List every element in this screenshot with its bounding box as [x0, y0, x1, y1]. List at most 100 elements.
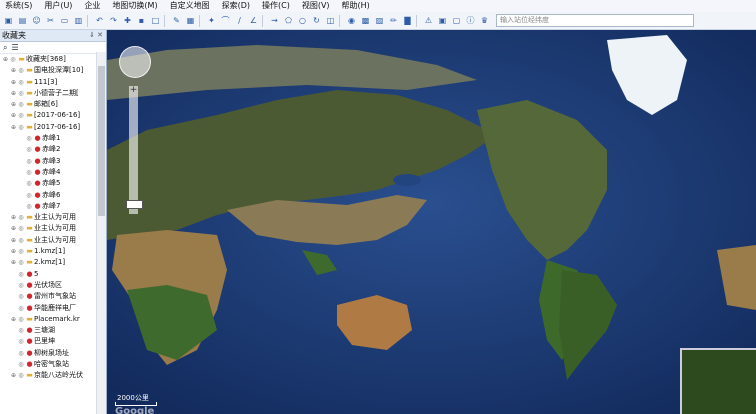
tree-item[interactable]: ⊕ ◎ ▬ 京能八达岭光伏 — [0, 370, 106, 381]
menu-item[interactable]: 探索(D) — [217, 0, 257, 12]
marker-icon[interactable]: ✚ — [122, 15, 133, 26]
tree-item[interactable]: ◎ ● 赤峰2 — [0, 144, 106, 155]
tree-item[interactable]: ⊕ ◎ ▬ 业主认为可用 — [0, 212, 106, 223]
menu-item[interactable]: 系统(S) — [0, 0, 39, 12]
visibility-icon[interactable]: ◎ — [17, 88, 25, 99]
tree-item[interactable]: ◎ ● 柳树泉场址 — [0, 348, 106, 359]
circle-icon[interactable]: ○ — [297, 15, 308, 26]
scrollbar-thumb[interactable] — [98, 66, 105, 216]
expand-icon[interactable]: ⊕ — [10, 110, 17, 121]
tree-item[interactable]: ⊕ ◎ ▬ 业主认为可用 — [0, 223, 106, 234]
undo-icon[interactable]: ↶ — [94, 15, 105, 26]
window-icon[interactable]: ▢ — [451, 15, 462, 26]
visibility-icon[interactable]: ◎ — [17, 212, 25, 223]
visibility-icon[interactable]: ◎ — [25, 156, 33, 167]
expand-icon[interactable]: ⊕ — [2, 54, 9, 65]
visibility-icon[interactable]: ◎ — [25, 167, 33, 178]
visibility-icon[interactable]: ◎ — [25, 144, 33, 155]
tree-item[interactable]: ◎ ● 光伏场区 — [0, 280, 106, 291]
menu-item[interactable]: 用户(U) — [39, 0, 79, 12]
visibility-icon[interactable]: ◎ — [17, 235, 25, 246]
expand-icon[interactable]: ⊕ — [10, 122, 17, 133]
image-icon[interactable]: ▣ — [437, 15, 448, 26]
expand-icon[interactable]: ⊕ — [10, 257, 17, 268]
layers-stack-icon[interactable]: ☰ — [11, 43, 18, 52]
visibility-icon[interactable]: ◎ — [17, 269, 25, 280]
tree-item[interactable]: ◎ ● 赤峰7 — [0, 201, 106, 212]
line-icon[interactable]: ∕ — [234, 15, 245, 26]
tools-icon[interactable]: ✂ — [45, 15, 56, 26]
tree-item[interactable]: ⊕ ◎ ▬ 收藏夹[368] — [0, 54, 98, 65]
visibility-icon[interactable]: ◎ — [17, 359, 25, 370]
search-icon[interactable]: ⌕ — [3, 43, 7, 53]
visibility-icon[interactable]: ◎ — [17, 257, 25, 268]
tree-item[interactable]: ⊕ ◎ ▬ 业主认为可用 — [0, 235, 106, 246]
layers-icon[interactable]: ▦ — [185, 15, 196, 26]
expand-icon[interactable]: ⊕ — [10, 223, 17, 234]
expand-icon[interactable]: ⊕ — [10, 370, 17, 381]
expand-icon[interactable]: ⊕ — [10, 212, 17, 223]
visibility-icon[interactable]: ◎ — [25, 190, 33, 201]
expand-icon[interactable]: ⊕ — [10, 65, 17, 76]
tree-item[interactable]: ⊕ ◎ ▬ [2017-06-16] — [0, 110, 106, 121]
polygon-icon[interactable]: ⬠ — [283, 15, 294, 26]
visibility-icon[interactable]: ◎ — [17, 314, 25, 325]
zoom-slider[interactable] — [129, 86, 138, 214]
panel-scrollbar[interactable] — [96, 52, 106, 414]
3d-icon[interactable]: ▭ — [59, 15, 70, 26]
visibility-icon[interactable]: ◎ — [25, 201, 33, 212]
expand-icon[interactable]: ⊕ — [10, 314, 17, 325]
visibility-icon[interactable]: ◎ — [17, 303, 25, 314]
tree-item[interactable]: ⊕ ◎ ▬ 邮箱[6] — [0, 99, 106, 110]
visibility-icon[interactable]: ◎ — [17, 336, 25, 347]
polyline-icon[interactable]: ⌒ — [220, 15, 231, 26]
visibility-icon[interactable]: ◎ — [17, 122, 25, 133]
star-icon[interactable]: ✦ — [206, 15, 217, 26]
expand-icon[interactable]: ⊕ — [10, 246, 17, 257]
measure-icon[interactable]: ∠ — [248, 15, 259, 26]
visibility-icon[interactable]: ◎ — [17, 99, 25, 110]
visibility-icon[interactable]: ◎ — [17, 246, 25, 257]
tree-item[interactable]: ◎ ● 哈密气象站 — [0, 359, 106, 370]
tree-item[interactable]: ◎ ● 赤峰4 — [0, 167, 106, 178]
menu-item[interactable]: 企业 — [79, 0, 107, 12]
user-icon[interactable]: ☺ — [31, 15, 42, 26]
tree-item[interactable]: ◎ ● 赤峰5 — [0, 178, 106, 189]
visibility-icon[interactable]: ◎ — [17, 370, 25, 381]
menu-item[interactable]: 操作(C) — [257, 0, 297, 12]
globe-icon[interactable]: ◉ — [346, 15, 357, 26]
grid-icon[interactable]: ▩ — [360, 15, 371, 26]
menu-item[interactable]: 地图切换(M) — [107, 0, 164, 12]
tree-item[interactable]: ⊕ ◎ ▬ 111[3] — [0, 77, 106, 88]
tree-item[interactable]: ◎ ● 赤峰3 — [0, 156, 106, 167]
menu-item[interactable]: 帮助(H) — [337, 0, 377, 12]
delete-icon[interactable]: ▪ — [136, 15, 147, 26]
menu-item[interactable]: 自定义地图 — [165, 0, 217, 12]
visibility-icon[interactable]: ◎ — [17, 348, 25, 359]
warning-icon[interactable]: ⚠ — [423, 15, 434, 26]
tree-item[interactable]: ◎ ● 赤峰1 — [0, 133, 106, 144]
tree-item[interactable]: ⊕ ◎ ▬ 1.kmz[1] — [0, 246, 106, 257]
coordinate-search-input[interactable]: 输入站位经纬度 — [496, 14, 694, 27]
square-icon[interactable]: □ — [150, 15, 161, 26]
tree-item[interactable]: ⊕ ◎ ▬ 国电投深潭[10] — [0, 65, 106, 76]
print-icon[interactable]: ▥ — [73, 15, 84, 26]
visibility-icon[interactable]: ◎ — [17, 110, 25, 121]
pencil-icon[interactable]: ✎ — [171, 15, 182, 26]
expand-icon[interactable]: ⊕ — [10, 88, 17, 99]
region-icon[interactable]: ◫ — [325, 15, 336, 26]
tree-item[interactable]: ◎ ● 巴里坤 — [0, 336, 106, 347]
brush-icon[interactable]: ✏ — [388, 15, 399, 26]
visibility-icon[interactable]: ◎ — [25, 178, 33, 189]
zoom-in-icon[interactable]: + — [129, 86, 138, 95]
satellite-map[interactable]: + 2000公里 Google — [107, 30, 756, 414]
tree-item[interactable]: ⊕ ◎ ▬ Placemark.kr — [0, 314, 106, 325]
visibility-icon[interactable]: ◎ — [17, 223, 25, 234]
redo-icon[interactable]: ↷ — [108, 15, 119, 26]
visibility-icon[interactable]: ◎ — [25, 133, 33, 144]
save-icon[interactable]: ▣ — [3, 15, 14, 26]
menu-item[interactable]: 视图(V) — [297, 0, 337, 12]
layer-icon[interactable]: ▨ — [374, 15, 385, 26]
overview-minimap[interactable] — [680, 348, 756, 414]
chart-icon[interactable]: ▇ — [402, 15, 413, 26]
